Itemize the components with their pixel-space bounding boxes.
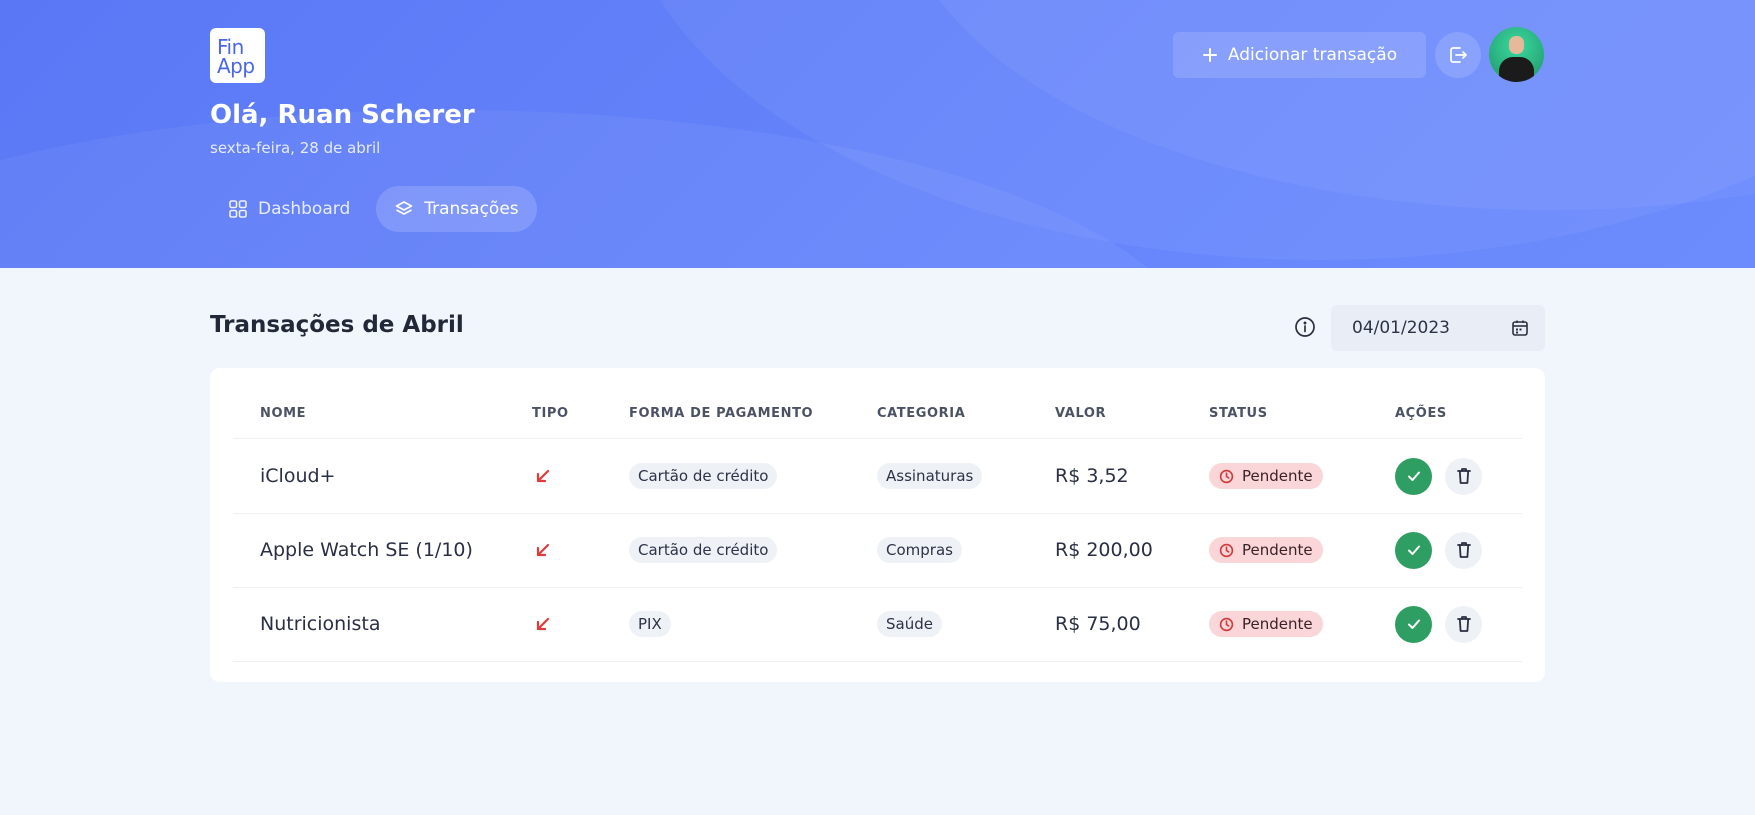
transaction-name: Apple Watch SE (1/10): [260, 539, 473, 561]
status-badge: Pendente: [1209, 463, 1323, 489]
grid-icon: [229, 200, 247, 218]
nav-item-dashboard[interactable]: Dashboard: [210, 186, 368, 232]
logout-button[interactable]: [1435, 32, 1481, 78]
status-label: Pendente: [1242, 467, 1313, 485]
column-header-name: NOME: [260, 406, 307, 421]
delete-transaction-button[interactable]: [1445, 457, 1482, 495]
greeting-title: Olá, Ruan Scherer: [210, 100, 475, 130]
column-header-actions: AÇÕES: [1395, 406, 1447, 421]
page-title: Transações de Abril: [210, 312, 464, 338]
info-icon[interactable]: [1294, 316, 1316, 338]
date-filter-input[interactable]: [1352, 318, 1502, 338]
transaction-value: R$ 200,00: [1055, 539, 1153, 561]
trash-icon: [1456, 616, 1471, 632]
nav-label-transactions: Transações: [424, 199, 519, 219]
category-badge: Assinaturas: [877, 463, 983, 489]
payment-method-badge: Cartão de crédito: [629, 537, 778, 563]
clock-icon: [1219, 469, 1234, 483]
table-header: NOME TIPO FORMA DE PAGAMENTO CATEGORIA V…: [233, 368, 1522, 439]
payment-method-badge: PIX: [629, 611, 671, 637]
confirm-transaction-button[interactable]: [1395, 605, 1432, 643]
table-row: Nutricionista PIX Saúde R$ 75,00 Pendent…: [233, 587, 1522, 662]
transactions-table-card: NOME TIPO FORMA DE PAGAMENTO CATEGORIA V…: [210, 368, 1545, 682]
app-logo[interactable]: Fin App: [210, 28, 265, 83]
confirm-transaction-button[interactable]: [1395, 457, 1432, 495]
category-badge: Compras: [877, 537, 962, 563]
transaction-value: R$ 3,52: [1055, 465, 1129, 487]
main-nav: Dashboard Transações: [210, 186, 537, 232]
column-header-value: VALOR: [1055, 406, 1107, 421]
check-icon: [1407, 619, 1420, 629]
column-header-status: STATUS: [1209, 406, 1268, 421]
transaction-value: R$ 75,00: [1055, 613, 1141, 635]
trash-icon: [1456, 468, 1471, 484]
status-label: Pendente: [1242, 541, 1313, 559]
column-header-type: TIPO: [532, 406, 569, 421]
date-filter-field[interactable]: [1331, 305, 1545, 351]
avatar-body-shape: [1499, 57, 1534, 82]
expense-arrow-icon: [535, 587, 551, 661]
status-badge: Pendente: [1209, 611, 1323, 637]
status-badge: Pendente: [1209, 537, 1323, 563]
table-row: Apple Watch SE (1/10) Cartão de crédito …: [233, 513, 1522, 588]
avatar-head-shape: [1509, 36, 1524, 54]
payment-method-badge: Cartão de crédito: [629, 463, 778, 489]
category-badge: Saúde: [877, 611, 942, 637]
trash-icon: [1456, 542, 1471, 558]
column-header-category: CATEGORIA: [877, 406, 966, 421]
delete-transaction-button[interactable]: [1445, 531, 1482, 569]
check-icon: [1407, 545, 1420, 555]
plus-icon: [1202, 48, 1217, 62]
confirm-transaction-button[interactable]: [1395, 531, 1432, 569]
logo-line-2: App: [217, 54, 255, 78]
logout-icon: [1450, 47, 1467, 63]
expense-arrow-icon: [535, 439, 551, 513]
app-header: Fin App Olá, Ruan Scherer sexta-feira, 2…: [0, 0, 1755, 268]
current-date: sexta-feira, 28 de abril: [210, 139, 381, 157]
column-header-payment: FORMA DE PAGAMENTO: [629, 406, 814, 421]
calendar-icon[interactable]: [1511, 319, 1529, 337]
layers-icon: [395, 201, 413, 215]
clock-icon: [1219, 617, 1234, 631]
table-row: iCloud+ Cartão de crédito Assinaturas R$…: [233, 439, 1522, 514]
status-label: Pendente: [1242, 615, 1313, 633]
clock-icon: [1219, 543, 1234, 557]
delete-transaction-button[interactable]: [1445, 605, 1482, 643]
user-avatar[interactable]: [1489, 27, 1544, 82]
add-transaction-label: Adicionar transação: [1227, 45, 1398, 65]
add-transaction-button[interactable]: Adicionar transação: [1173, 32, 1426, 78]
transaction-name: iCloud+: [260, 465, 336, 487]
nav-item-transactions[interactable]: Transações: [376, 186, 537, 232]
check-icon: [1407, 471, 1420, 481]
expense-arrow-icon: [535, 513, 551, 587]
transaction-name: Nutricionista: [260, 613, 381, 635]
nav-label-dashboard: Dashboard: [258, 199, 351, 219]
